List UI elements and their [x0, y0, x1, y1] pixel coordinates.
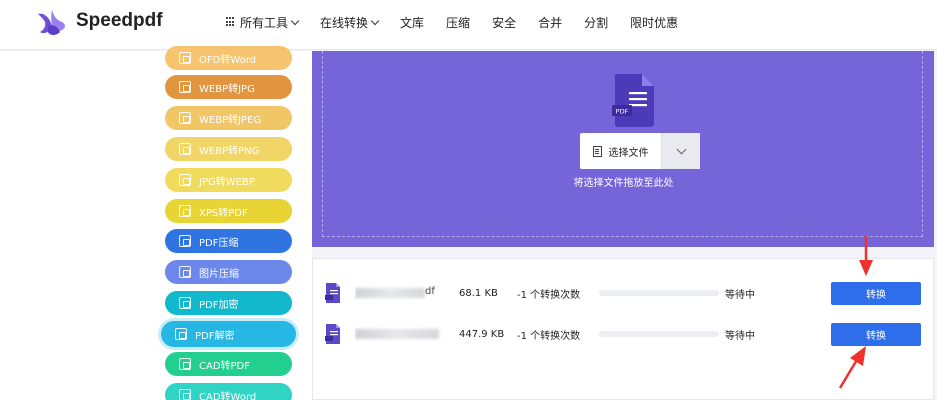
sidebar-item[interactable]: PDF压缩 [165, 229, 292, 253]
nav-online-convert[interactable]: 在线转换 [320, 14, 380, 31]
choose-file-label: 选择文件 [608, 147, 649, 159]
file-name: df [355, 286, 441, 300]
choose-source-dropdown[interactable] [662, 133, 700, 169]
sidebar-item[interactable]: PDF解密 [161, 321, 296, 347]
sidebar-item-label: CAD转PDF [199, 360, 251, 372]
tool-icon [179, 266, 191, 278]
pdf-file-icon [325, 283, 340, 303]
tool-icon [179, 112, 191, 124]
dropzone-border: PDF 选择文件 将选择文件拖放至此处 [322, 51, 923, 237]
nav-merge[interactable]: 合并 [538, 14, 562, 31]
sidebar-item-label: CAD转Word [199, 391, 257, 400]
tool-icon [179, 143, 191, 155]
nav-split[interactable]: 分割 [584, 14, 608, 31]
sidebar-item-label: WEBP转PNG [199, 145, 260, 157]
choose-file-button[interactable]: 选择文件 [580, 133, 700, 169]
tool-icon [179, 235, 191, 247]
sidebar-item[interactable]: PDF加密 [165, 291, 292, 315]
sidebar-item-label: OFD转Word [199, 54, 257, 66]
nav-all-tools-label: 所有工具 [240, 15, 289, 30]
document-icon [592, 145, 602, 157]
sidebar-item[interactable]: CAD转PDF [165, 352, 292, 376]
nav-promo[interactable]: 限时优惠 [630, 14, 678, 31]
convert-button[interactable]: 转换 [831, 281, 921, 305]
tool-icon [179, 174, 191, 186]
nav-library[interactable]: 文库 [400, 14, 424, 31]
tool-icon [179, 297, 191, 309]
sidebar-item[interactable]: OFD转Word [165, 46, 292, 70]
sidebar-item[interactable]: WEBP转JPEG [165, 106, 292, 130]
brand-name[interactable]: Speedpdf [76, 10, 163, 32]
file-row: df 68.1 KB -1 个转换次数 等待中 转换 [313, 277, 935, 309]
sidebar-item-label: JPG转WEBP [199, 176, 255, 188]
nav-security[interactable]: 安全 [492, 14, 516, 31]
chevron-down-icon [290, 16, 300, 25]
tool-icon [179, 205, 191, 217]
file-status: 等待中 [725, 289, 755, 301]
sidebar-item-label: PDF压缩 [199, 237, 239, 249]
file-list: df 68.1 KB -1 个转换次数 等待中 转换 447.9 KB -1 个… [312, 258, 934, 400]
pdf-file-icon: PDF [612, 74, 654, 127]
blurred-filename [355, 288, 425, 298]
sidebar-item-label: 图片压缩 [199, 268, 239, 280]
drop-hint-text: 将选择文件拖放至此处 [573, 178, 674, 189]
top-header: Speedpdf 所有工具 在线转换 文库 压缩 安全 合并 分割 限时优惠 [0, 0, 937, 50]
upload-dropzone[interactable]: PDF 选择文件 将选择文件拖放至此处 [312, 51, 934, 247]
pdf-file-icon [325, 324, 340, 344]
file-row: 447.9 KB -1 个转换次数 等待中 转换 [313, 318, 935, 350]
sidebar-item[interactable]: JPG转WEBP [165, 168, 292, 192]
nav-compress[interactable]: 压缩 [446, 14, 470, 31]
file-name [355, 327, 441, 341]
file-status: 等待中 [725, 330, 755, 342]
choose-file-main[interactable]: 选择文件 [580, 133, 662, 169]
sidebar-item[interactable]: WEBP转JPG [165, 75, 292, 99]
nav-all-tools[interactable]: 所有工具 [226, 14, 300, 31]
tool-icon [179, 52, 191, 64]
progress-bar [599, 290, 719, 296]
chevron-down-icon [370, 16, 380, 25]
conversion-count: -1 个转换次数 [517, 330, 581, 342]
sidebar-item-label: WEBP转JPG [199, 83, 255, 95]
tool-icon [179, 389, 191, 400]
tool-sidebar: OFD转Word WEBP转JPG WEBP转JPEG WEBP转PNG JPG转WEB… [0, 46, 312, 400]
file-size: 447.9 KB [459, 328, 505, 340]
file-size: 68.1 KB [459, 287, 498, 299]
nav-online-convert-label: 在线转换 [320, 15, 369, 30]
pdf-badge-label: PDF [616, 108, 629, 116]
conversion-count: -1 个转换次数 [517, 289, 581, 301]
sidebar-item-label: XPS转PDF [199, 207, 248, 219]
tool-icon [179, 81, 191, 93]
progress-bar [599, 331, 719, 337]
sidebar-item[interactable]: CAD转Word [165, 383, 292, 400]
tool-icon [175, 328, 187, 340]
sidebar-item[interactable]: WEBP转PNG [165, 137, 292, 161]
sidebar-item-label: PDF加密 [199, 299, 239, 311]
main-nav: 所有工具 在线转换 文库 压缩 安全 合并 分割 限时优惠 [226, 0, 700, 44]
grid-menu-icon [226, 17, 236, 27]
sidebar-item[interactable]: XPS转PDF [165, 199, 292, 223]
speedpdf-logo-icon[interactable] [36, 8, 68, 38]
file-name-suffix: df [425, 286, 435, 297]
tool-icon [179, 358, 191, 370]
sidebar-item-label: WEBP转JPEG [199, 114, 262, 126]
chevron-down-icon [676, 144, 686, 154]
convert-button[interactable]: 转换 [831, 322, 921, 346]
blurred-filename [355, 329, 439, 339]
sidebar-item-label: PDF解密 [195, 330, 235, 342]
sidebar-item[interactable]: 图片压缩 [165, 260, 292, 284]
